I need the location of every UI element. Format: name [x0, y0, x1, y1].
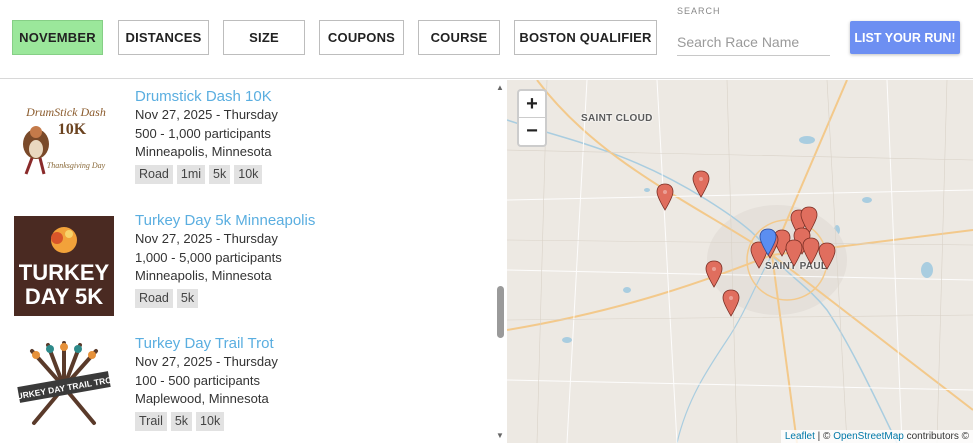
race-location: Maplewood, Minnesota	[135, 391, 269, 406]
drumstick-dash-logo[interactable]: DrumStick Dash 10K Thanksgiving Day	[14, 94, 114, 194]
zoom-in-button[interactable]: +	[519, 91, 545, 118]
city-label-saint-paul: SAINT PAUL	[765, 261, 828, 272]
filter-size-button[interactable]: SIZE	[223, 20, 305, 55]
race-info: Turkey Day 5k Minneapolis Nov 27, 2025 -…	[135, 212, 315, 308]
svg-text:DrumStick Dash: DrumStick Dash	[25, 105, 106, 119]
race-tag: 5k	[209, 164, 231, 184]
filter-course-button[interactable]: COURSE	[418, 20, 500, 55]
race-tag: 1mi	[176, 164, 206, 184]
map-tiles	[507, 80, 973, 443]
race-title[interactable]: Turkey Day 5k Minneapolis	[135, 212, 315, 230]
list-your-run-button[interactable]: LIST YOUR RUN!	[850, 21, 960, 54]
filter-coupons-button[interactable]: COUPONS	[319, 20, 404, 55]
turkey-day-trail-trot-logo[interactable]: TURKEY DAY TRAIL TROT	[14, 337, 114, 437]
filter-boston-qualifier-button[interactable]: BOSTON QUALIFIER	[514, 20, 657, 55]
filter-november-button[interactable]: NOVEMBER	[12, 20, 103, 55]
filter-bar: NOVEMBER DISTANCES SIZE COUPONS COURSE B…	[0, 0, 973, 79]
race-date: Nov 27, 2025 - Thursday	[135, 354, 278, 369]
attribution-separator: | ©	[814, 431, 834, 442]
race-title[interactable]: Drumstick Dash 10K	[135, 88, 278, 106]
list-scrollbar[interactable]: ▲ ▼	[494, 80, 507, 443]
map-attribution: Leaflet | © OpenStreetMap contributors ©	[780, 430, 973, 443]
turkey-day-5k-logo[interactable]: TURKEY DAY 5K	[14, 216, 114, 316]
scroll-thumb[interactable]	[497, 286, 504, 338]
leaflet-link[interactable]: Leaflet	[785, 431, 815, 442]
race-title[interactable]: Turkey Day Trail Trot	[135, 335, 278, 353]
map-zoom-control: + −	[517, 89, 547, 147]
race-tag: 10k	[196, 411, 225, 431]
race-tag: Trail	[135, 411, 167, 431]
race-participants: 1,000 - 5,000 participants	[135, 249, 282, 265]
scroll-down-arrow-icon[interactable]: ▼	[496, 432, 504, 440]
race-date: Nov 27, 2025 - Thursday	[135, 107, 278, 122]
race-location: Minneapolis, Minnesota	[135, 144, 272, 159]
attribution-contributors: contributors ©	[903, 431, 969, 442]
zoom-out-button[interactable]: −	[519, 118, 545, 145]
svg-text:10K: 10K	[58, 121, 87, 138]
race-tag: Road	[135, 288, 173, 308]
race-participants: 100 - 500 participants	[135, 372, 261, 388]
race-tags: Road 1mi 5k 10k	[135, 164, 278, 184]
race-tags: Road 5k	[135, 288, 315, 308]
race-info: Drumstick Dash 10K Nov 27, 2025 - Thursd…	[135, 88, 278, 184]
svg-text:Thanksgiving Day: Thanksgiving Day	[47, 161, 106, 170]
city-label-saint-cloud: SAINT CLOUD	[581, 113, 653, 124]
openstreetmap-link[interactable]: OpenStreetMap	[833, 431, 904, 442]
race-list: DrumStick Dash 10K Thanksgiving Day Drum…	[0, 80, 494, 443]
race-map[interactable]: + − SAINT CLOUD SAINT PAUL Leaflet | © O…	[507, 80, 973, 443]
filter-distances-button[interactable]: DISTANCES	[118, 20, 209, 55]
race-info: Turkey Day Trail Trot Nov 27, 2025 - Thu…	[135, 335, 278, 431]
race-tag: 10k	[234, 164, 263, 184]
race-tag: 5k	[176, 288, 199, 308]
race-location: Minneapolis, Minnesota	[135, 268, 272, 283]
race-date: Nov 27, 2025 - Thursday	[135, 231, 278, 246]
search-input[interactable]	[677, 28, 830, 56]
race-tag: Road	[135, 164, 173, 184]
svg-text:DAY 5K: DAY 5K	[25, 284, 103, 309]
race-tag: 5k	[170, 411, 193, 431]
svg-text:TURKEY: TURKEY	[19, 260, 110, 285]
race-participants: 500 - 1,000 participants	[135, 125, 271, 141]
scroll-up-arrow-icon[interactable]: ▲	[496, 84, 504, 92]
search-label: SEARCH	[677, 6, 721, 16]
race-tags: Trail 5k 10k	[135, 411, 278, 431]
